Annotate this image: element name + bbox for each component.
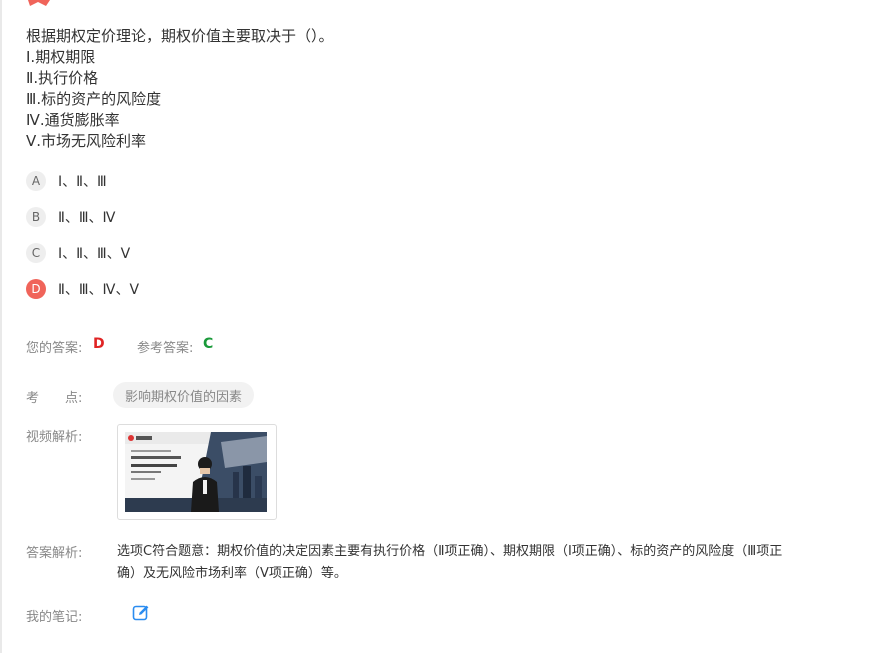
answer-explanation-label: 答案解析:	[26, 546, 83, 561]
option-d[interactable]: D Ⅱ、Ⅲ、Ⅳ、Ⅴ	[26, 278, 139, 300]
knowledge-tag[interactable]: 影响期权价值的因素	[113, 382, 255, 408]
my-notes-label: 我的笔记:	[26, 610, 83, 625]
video-analysis-label: 视频解析:	[26, 430, 83, 445]
option-a[interactable]: A Ⅰ、Ⅱ、Ⅲ	[26, 170, 139, 192]
reference-answer-label: 参考答案:	[137, 341, 194, 356]
page-left-border	[0, 0, 2, 653]
option-c[interactable]: C Ⅰ、Ⅱ、Ⅲ、Ⅴ	[26, 242, 139, 264]
option-letter-badge: C	[26, 243, 46, 263]
option-text: Ⅱ、Ⅲ、Ⅳ、Ⅴ	[58, 282, 140, 298]
reference-answer-value: C	[203, 336, 214, 352]
question-item: Ⅰ.期权期限	[26, 48, 96, 66]
option-text: Ⅰ、Ⅱ、Ⅲ	[58, 174, 107, 190]
knowledge-point-label: 考 点:	[26, 391, 83, 406]
question-block: 根据期权定价理论，期权价值主要取决于（）。 Ⅰ.期权期限 Ⅱ.执行价格 Ⅲ.标的…	[26, 26, 334, 152]
question-item: Ⅴ.市场无风险利率	[26, 132, 147, 150]
option-letter-badge: A	[26, 171, 46, 191]
answer-explanation-text: 选项C符合题意：期权价值的决定因素主要有执行价格（Ⅱ项正确）、期权期限（Ⅰ项正确…	[117, 544, 783, 581]
edit-icon[interactable]	[132, 604, 150, 622]
video-preview-image	[125, 432, 267, 512]
flag-icon	[28, 0, 50, 6]
option-text: Ⅱ、Ⅲ、Ⅳ	[58, 210, 116, 226]
option-b[interactable]: B Ⅱ、Ⅲ、Ⅳ	[26, 206, 139, 228]
option-text: Ⅰ、Ⅱ、Ⅲ、Ⅴ	[58, 246, 131, 262]
option-letter-badge-wrong: D	[26, 279, 46, 299]
question-stem: 根据期权定价理论，期权价值主要取决于（）。	[26, 27, 334, 45]
option-letter-badge: B	[26, 207, 46, 227]
question-item: Ⅲ.标的资产的风险度	[26, 90, 162, 108]
question-item: Ⅱ.执行价格	[26, 69, 99, 87]
video-thumbnail[interactable]	[117, 424, 277, 520]
option-list: A Ⅰ、Ⅱ、Ⅲ B Ⅱ、Ⅲ、Ⅳ C Ⅰ、Ⅱ、Ⅲ、Ⅴ D Ⅱ、Ⅲ、Ⅳ、Ⅴ	[26, 170, 139, 314]
question-item: Ⅳ.通货膨胀率	[26, 111, 120, 129]
your-answer-value: D	[93, 336, 105, 352]
your-answer-label: 您的答案:	[26, 341, 83, 356]
